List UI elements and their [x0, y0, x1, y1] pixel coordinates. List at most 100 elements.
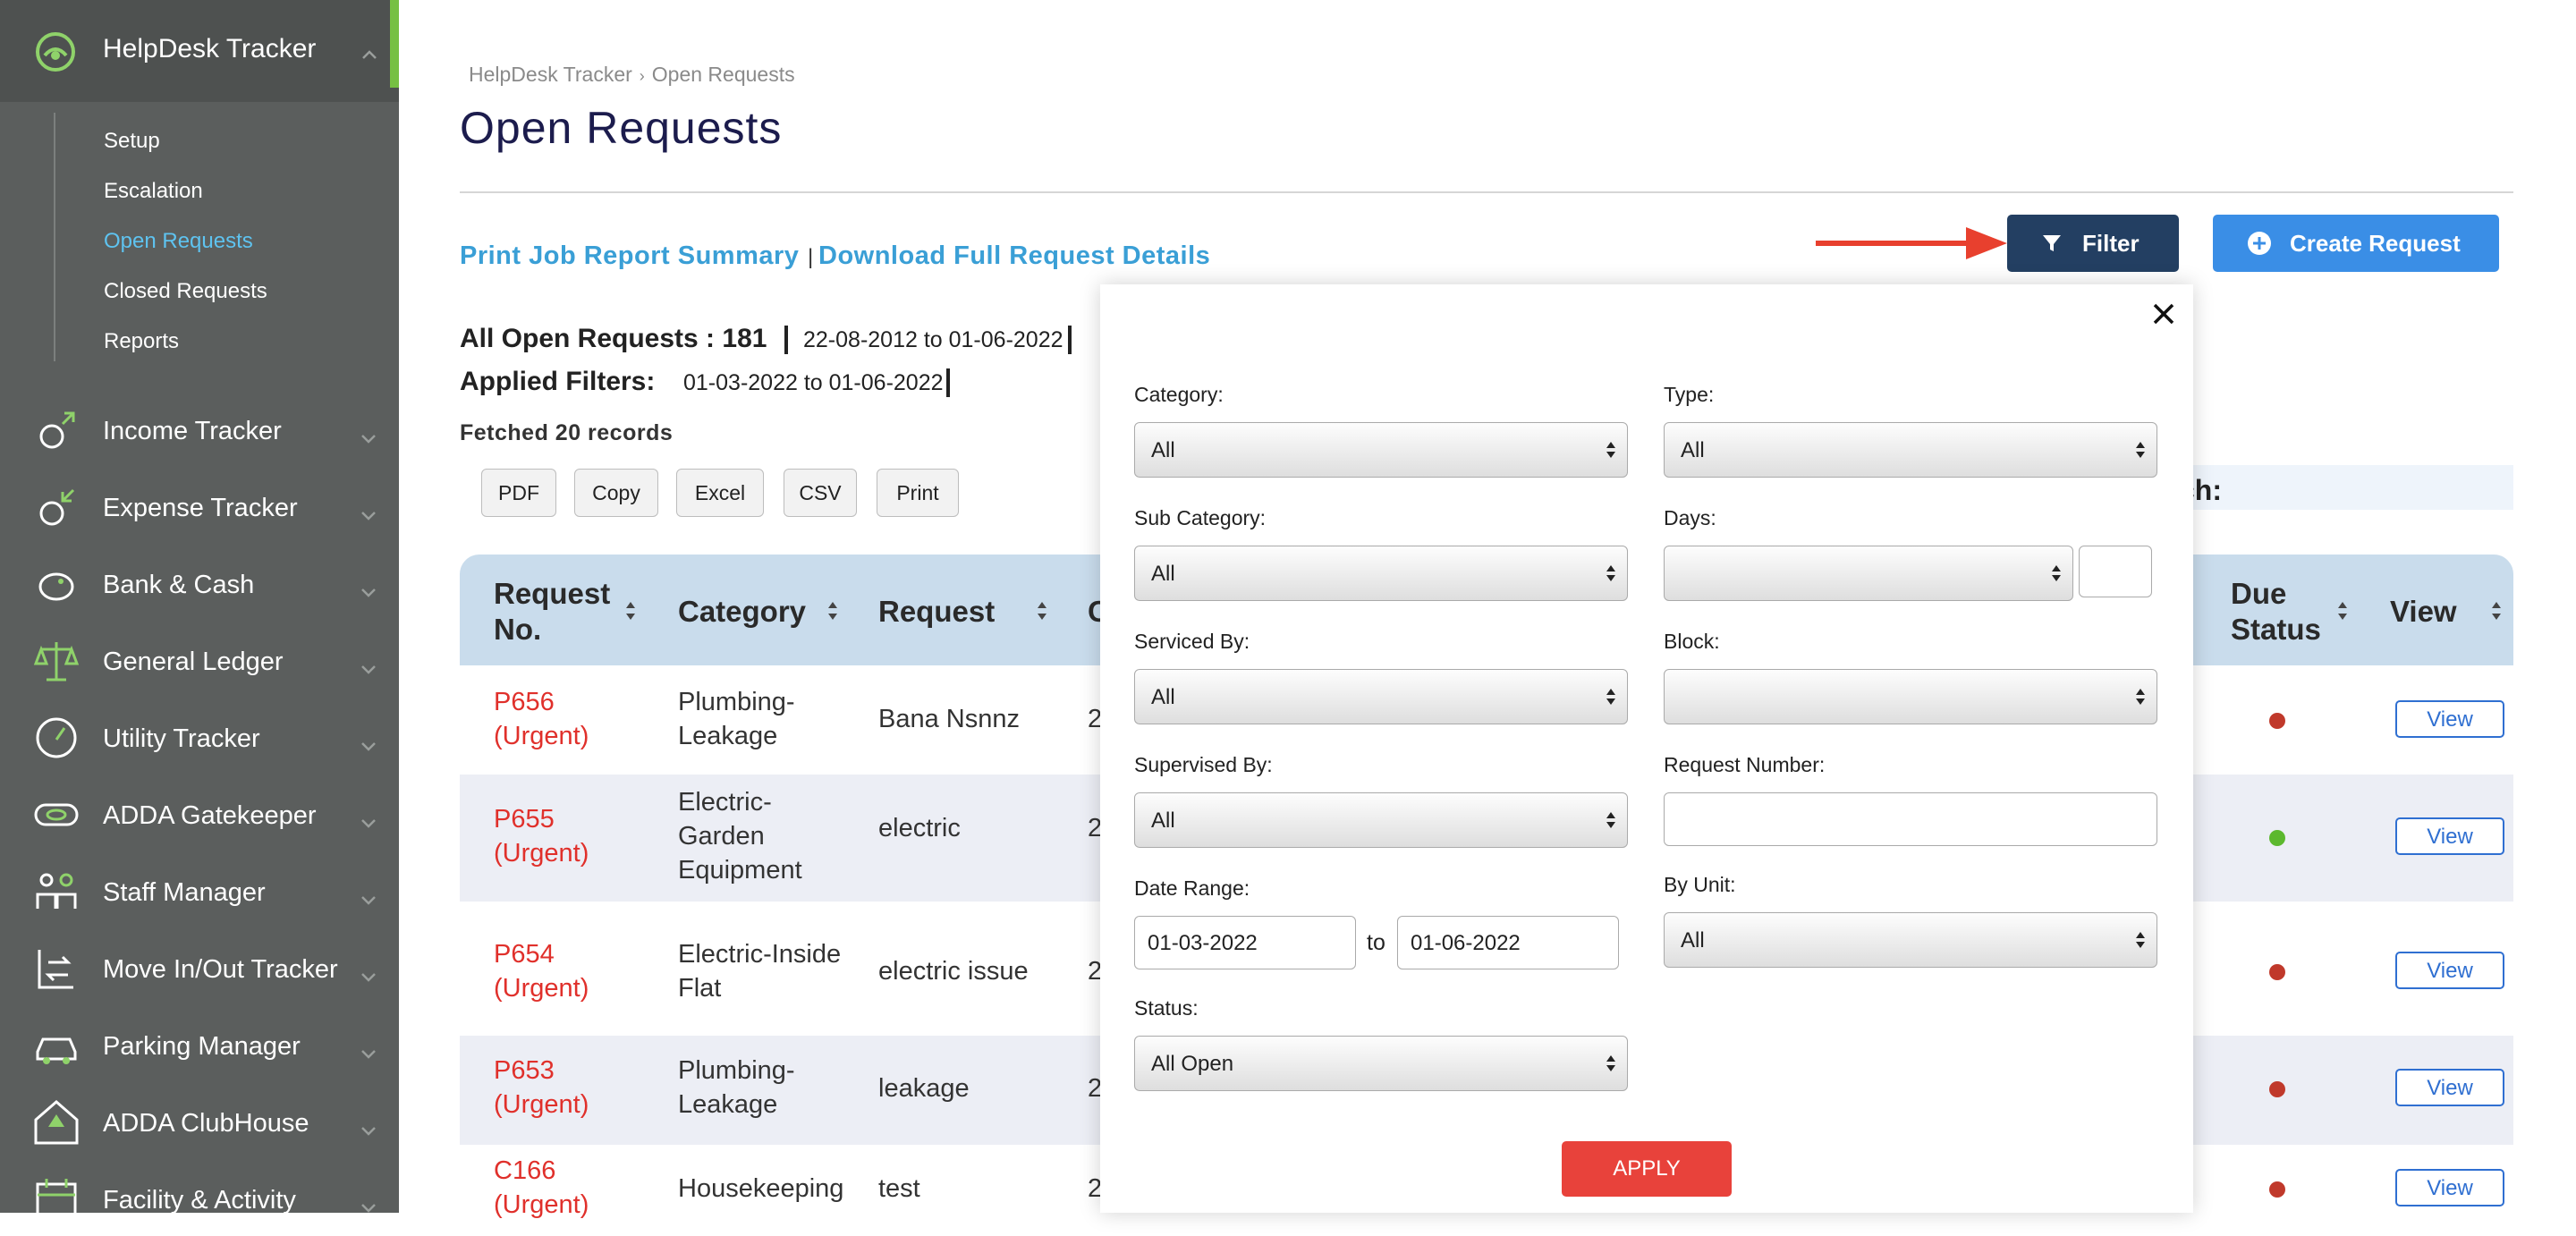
download-request-details-link[interactable]: Download Full Request Details: [818, 241, 1210, 271]
create-request-label: Create Request: [2290, 230, 2461, 257]
request-number[interactable]: C166 (Urgent): [494, 1154, 601, 1222]
status-label: Status:: [1134, 996, 1199, 1020]
apply-button[interactable]: APPLY: [1562, 1141, 1732, 1197]
request-title: test: [878, 1174, 920, 1203]
sidebar-item-general-ledger[interactable]: General Ledger: [0, 621, 399, 698]
sidebar-item-reports[interactable]: Reports: [104, 329, 179, 354]
chevron-down-icon: [361, 742, 376, 751]
print-job-report-link[interactable]: Print Job Report Summary: [460, 241, 799, 271]
chevron-down-icon: [361, 1050, 376, 1059]
due-status-dot: [2269, 713, 2285, 729]
sidebar-label: Expense Tracker: [103, 494, 298, 522]
sidebar-item-move-in-out[interactable]: Move In/Out Tracker: [0, 928, 399, 1005]
calendar-icon: [36, 1179, 77, 1222]
link-separator: |: [808, 245, 814, 269]
request-number[interactable]: P653 (Urgent): [494, 1054, 601, 1122]
chevron-up-icon[interactable]: [360, 45, 379, 64]
request-number[interactable]: P655 (Urgent): [494, 802, 601, 870]
supervised-by-select[interactable]: All: [1134, 792, 1628, 848]
export-csv-button[interactable]: CSV: [784, 469, 857, 517]
divider: [460, 191, 2513, 193]
due-status-dot: [2269, 1181, 2285, 1198]
serviced-by-label: Serviced By:: [1134, 630, 1250, 653]
sidebar-item-closed-requests[interactable]: Closed Requests: [104, 279, 267, 304]
plus-circle-icon: [2248, 232, 2271, 255]
close-icon[interactable]: [2148, 299, 2179, 329]
sidebar-item-parking-manager[interactable]: Parking Manager: [0, 1005, 399, 1082]
view-button[interactable]: View: [2395, 700, 2504, 738]
status-select[interactable]: All Open: [1134, 1036, 1628, 1091]
col-header-request[interactable]: Request: [878, 594, 995, 630]
applied-date-range: 01-03-2022 to 01-06-2022: [683, 370, 944, 395]
select-caret-icon: [1606, 442, 1615, 458]
sidebar-item-income-tracker[interactable]: Income Tracker: [0, 390, 399, 467]
chevron-down-icon: [361, 819, 376, 828]
sidebar-header-helpdesk[interactable]: HelpDesk Tracker: [0, 0, 399, 102]
days-number-input[interactable]: [2079, 546, 2152, 597]
view-button[interactable]: View: [2395, 1169, 2504, 1206]
type-select[interactable]: All: [1664, 422, 2157, 478]
view-button[interactable]: View: [2395, 952, 2504, 989]
request-title: electric: [878, 814, 961, 842]
serviced-by-value: All: [1151, 685, 1175, 709]
request-category: Electric-Garden Equipment: [678, 788, 802, 885]
sort-icon[interactable]: [1036, 599, 1048, 622]
category-select[interactable]: All: [1134, 422, 1628, 478]
view-button[interactable]: View: [2395, 1069, 2504, 1106]
col-header-category[interactable]: Category: [678, 594, 806, 630]
separator-bar: [784, 326, 788, 354]
sub-category-value: All: [1151, 562, 1175, 586]
due-status-dot: [2269, 830, 2285, 846]
chevron-down-icon: [361, 896, 376, 905]
sidebar-item-adda-gatekeeper[interactable]: ADDA Gatekeeper: [0, 775, 399, 851]
sort-icon[interactable]: [2490, 599, 2503, 622]
filter-button[interactable]: Filter: [2007, 215, 2179, 272]
request-number[interactable]: P654 (Urgent): [494, 937, 601, 1005]
select-caret-icon: [2052, 565, 2061, 581]
days-select[interactable]: [1664, 546, 2073, 601]
sort-icon[interactable]: [624, 599, 637, 622]
breadcrumb-root[interactable]: HelpDesk Tracker: [469, 63, 632, 86]
sort-icon[interactable]: [826, 599, 839, 622]
sidebar-item-adda-clubhouse[interactable]: ADDA ClubHouse: [0, 1082, 399, 1159]
staff-icon: [36, 873, 77, 909]
col-header-due-status[interactable]: Due Status: [2231, 576, 2329, 648]
sidebar-item-staff-manager[interactable]: Staff Manager: [0, 851, 399, 928]
date-from-input[interactable]: 01-03-2022: [1134, 916, 1356, 969]
sort-icon[interactable]: [2336, 599, 2349, 622]
sidebar-item-setup[interactable]: Setup: [104, 129, 160, 154]
sidebar-item-expense-tracker[interactable]: Expense Tracker: [0, 467, 399, 544]
create-request-button[interactable]: Create Request: [2213, 215, 2499, 272]
due-status-dot: [2269, 1081, 2285, 1097]
chevron-down-icon: [361, 1127, 376, 1136]
export-excel-button[interactable]: Excel: [676, 469, 764, 517]
request-number[interactable]: P656 (Urgent): [494, 685, 601, 753]
export-pdf-button[interactable]: PDF: [481, 469, 556, 517]
sidebar-item-bank-cash[interactable]: Bank & Cash: [0, 544, 399, 621]
request-number-label: Request Number:: [1664, 753, 1826, 776]
sidebar-item-facility-activity[interactable]: Facility & Activity: [0, 1159, 399, 1236]
date-to-input[interactable]: 01-06-2022: [1397, 916, 1619, 969]
breadcrumb: HelpDesk Tracker › Open Requests: [469, 63, 795, 87]
block-select[interactable]: [1664, 669, 2157, 724]
select-caret-icon: [2136, 689, 2145, 705]
active-accent-bar: [390, 0, 399, 88]
sidebar-item-open-requests[interactable]: Open Requests: [104, 229, 253, 254]
sub-category-select[interactable]: All: [1134, 546, 1628, 601]
sidebar-item-escalation[interactable]: Escalation: [104, 179, 203, 204]
breadcrumb-separator-icon: ›: [639, 67, 645, 85]
car-icon: [36, 1037, 77, 1064]
date-range-label: Date Range:: [1134, 876, 1250, 900]
export-copy-button[interactable]: Copy: [574, 469, 658, 517]
by-unit-select[interactable]: All: [1664, 912, 2157, 968]
col-header-request-no[interactable]: Request No.: [494, 576, 610, 648]
view-button[interactable]: View: [2395, 817, 2504, 855]
sidebar-item-utility-tracker[interactable]: Utility Tracker: [0, 698, 399, 775]
request-number-input[interactable]: [1664, 792, 2157, 846]
block-label: Block:: [1664, 630, 1720, 653]
export-print-button[interactable]: Print: [877, 469, 959, 517]
category-value: All: [1151, 438, 1175, 462]
clubhouse-icon: [34, 1100, 79, 1145]
by-unit-label: By Unit:: [1664, 873, 1736, 896]
serviced-by-select[interactable]: All: [1134, 669, 1628, 724]
